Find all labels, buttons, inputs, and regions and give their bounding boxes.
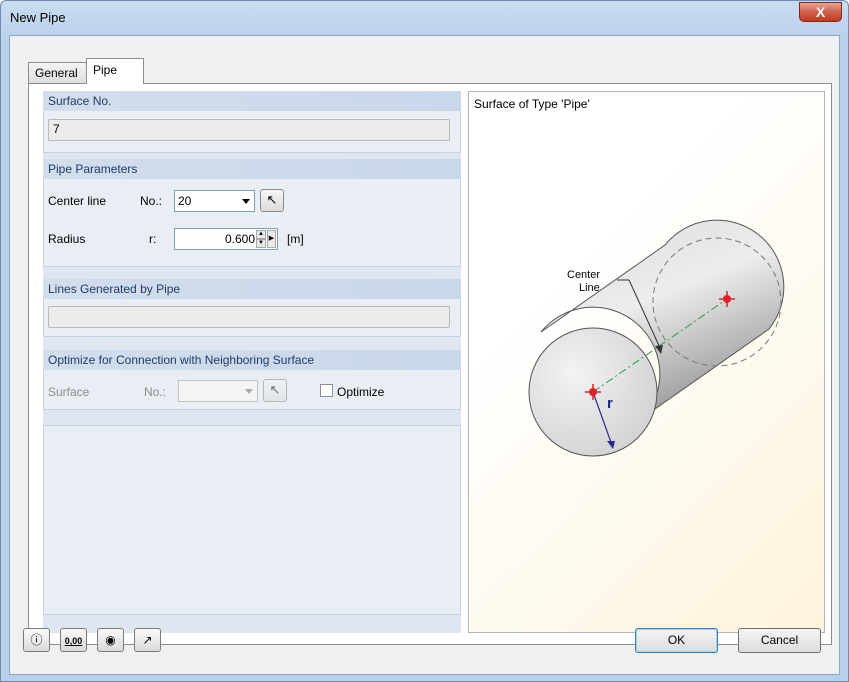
spin-up-icon[interactable]: ▲ bbox=[256, 230, 266, 239]
spin-arrow-icon[interactable]: ▶ bbox=[267, 230, 276, 248]
center-line-label: Center line bbox=[48, 194, 107, 208]
dialog-client: General Pipe Surface No. 7 Pipe Paramete… bbox=[9, 35, 840, 675]
units-icon: 0,00 bbox=[64, 636, 83, 646]
surface-no-field: 7 bbox=[48, 119, 450, 141]
optimize-surface-select[interactable] bbox=[178, 380, 258, 402]
help-button[interactable]: ⓘ bbox=[23, 628, 50, 652]
surface-no-header: Surface No. bbox=[43, 91, 461, 111]
center-line-label-2: Line bbox=[579, 282, 600, 294]
surface-no-group: Surface No. 7 bbox=[43, 91, 461, 153]
cancel-button[interactable]: Cancel bbox=[738, 628, 821, 653]
center-line-label-1: Center bbox=[567, 269, 600, 281]
lines-generated-header: Lines Generated by Pipe bbox=[43, 279, 461, 299]
lines-generated-field bbox=[48, 306, 450, 328]
optimize-no-label: No.: bbox=[144, 385, 167, 399]
preview-pane: Surface of Type 'Pipe' r Center Line bbox=[468, 91, 825, 633]
window-title: New Pipe bbox=[10, 10, 66, 25]
pick-cursor-icon: ↖ bbox=[266, 192, 278, 207]
tab-general[interactable]: General bbox=[28, 62, 88, 83]
help-icon: ⓘ bbox=[30, 633, 43, 647]
title-bar: New Pipe X bbox=[1, 1, 848, 35]
chevron-down-icon bbox=[245, 389, 253, 394]
settings-column: Surface No. 7 Pipe Parameters Center lin… bbox=[43, 91, 461, 633]
dialog-footer: ⓘ 0,00 ◉ ↗ OK Cancel bbox=[10, 618, 839, 674]
pipe-parameters-group: Pipe Parameters Center line No.: 20 ↖ Ra… bbox=[43, 159, 461, 267]
pick-button[interactable]: ↗ bbox=[134, 628, 161, 652]
optimize-header: Optimize for Connection with Neighboring… bbox=[43, 350, 461, 370]
radius-input[interactable]: 0.600 ▲ ▼ ▶ bbox=[174, 228, 278, 250]
ok-button[interactable]: OK bbox=[635, 628, 718, 653]
radius-unit: [m] bbox=[287, 232, 304, 246]
spin-down-icon[interactable]: ▼ bbox=[256, 239, 266, 248]
optimize-group: Optimize for Connection with Neighboring… bbox=[43, 350, 461, 410]
pipe-tab-panel: Surface No. 7 Pipe Parameters Center lin… bbox=[28, 83, 832, 645]
view-icon: ◉ bbox=[105, 633, 116, 647]
chevron-down-icon bbox=[242, 199, 250, 204]
pick-surface-button[interactable]: ↖ bbox=[263, 379, 287, 402]
pipe-parameters-header: Pipe Parameters bbox=[43, 159, 461, 179]
radius-symbol: r bbox=[607, 395, 613, 412]
dialog-window: New Pipe X General Pipe Surface No. 7 Pi… bbox=[0, 0, 849, 682]
optimize-checkbox[interactable] bbox=[320, 384, 333, 397]
close-icon: X bbox=[815, 4, 826, 20]
view-button[interactable]: ◉ bbox=[97, 628, 124, 652]
tab-pipe[interactable]: Pipe bbox=[86, 58, 144, 84]
optimize-checkbox-label[interactable]: Optimize bbox=[337, 385, 384, 399]
radius-r-label: r: bbox=[149, 232, 157, 246]
lines-generated-group: Lines Generated by Pipe bbox=[43, 279, 461, 337]
center-line-select[interactable]: 20 bbox=[174, 190, 255, 212]
radius-label: Radius bbox=[48, 232, 86, 246]
units-button[interactable]: 0,00 bbox=[60, 628, 87, 652]
close-button[interactable]: X bbox=[799, 2, 842, 22]
pipe-diagram: r Center Line bbox=[528, 219, 785, 457]
optimize-surface-label: Surface bbox=[48, 385, 90, 399]
center-line-value: 20 bbox=[178, 194, 192, 208]
pick-cursor-icon: ↖ bbox=[269, 382, 281, 397]
radius-spinner[interactable]: ▲ ▼ bbox=[256, 230, 266, 248]
empty-group bbox=[43, 425, 461, 615]
radius-value: 0.600 bbox=[224, 232, 255, 246]
pick-center-line-button[interactable]: ↖ bbox=[260, 189, 284, 212]
center-line-no-label: No.: bbox=[140, 194, 163, 208]
pick-icon: ↗ bbox=[142, 633, 153, 647]
